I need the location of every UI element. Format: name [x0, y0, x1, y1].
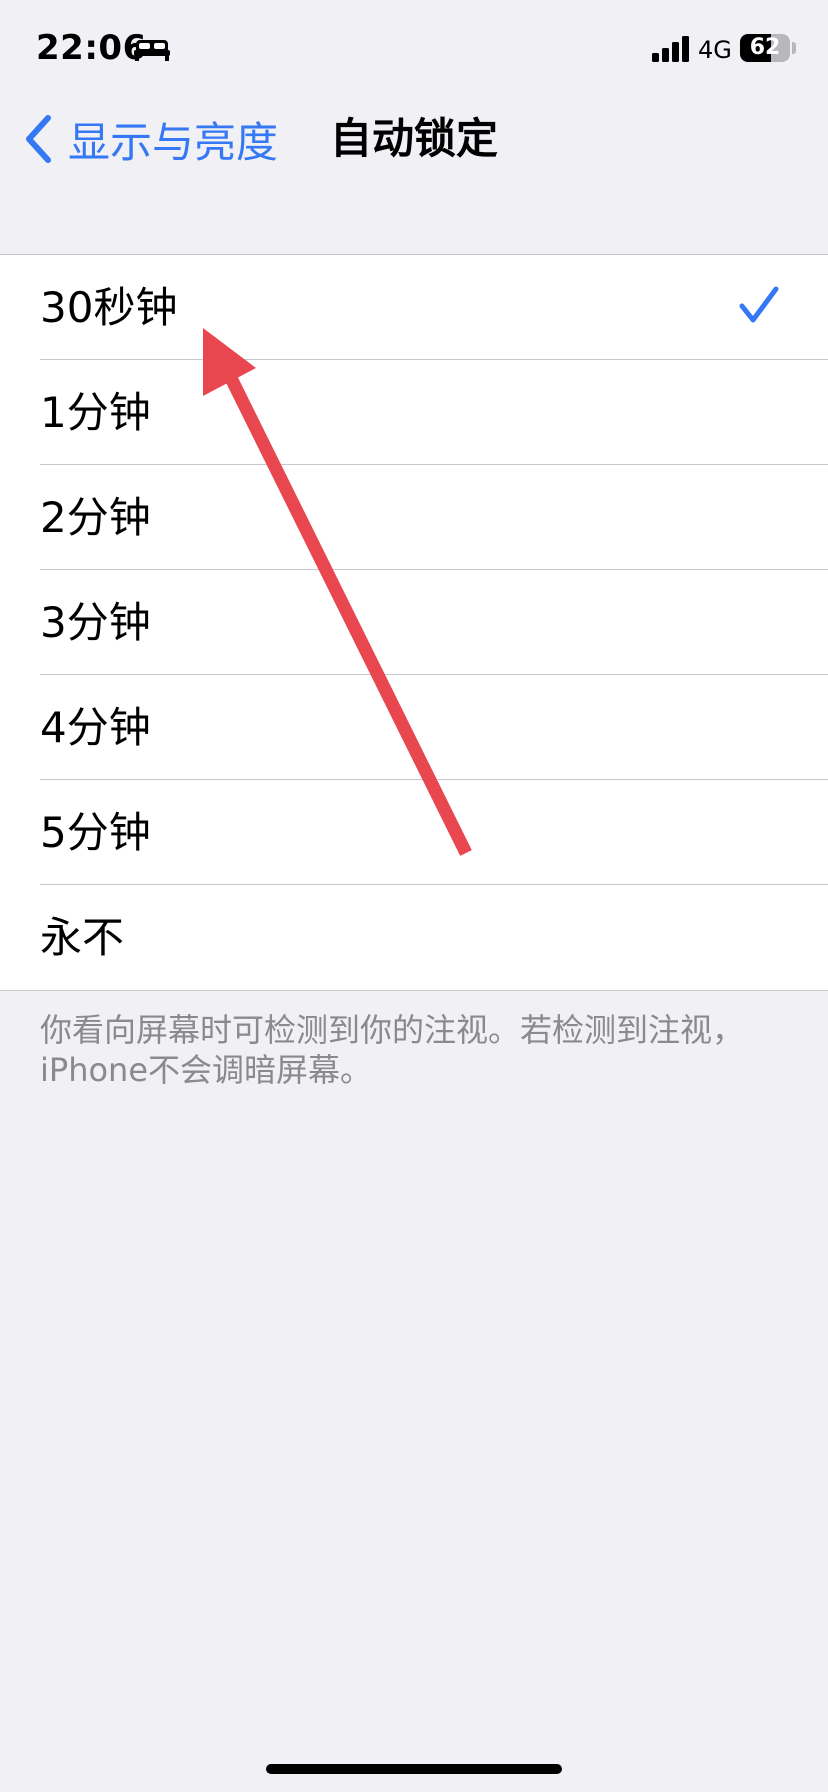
- option-label: 5分钟: [40, 808, 151, 857]
- option-label: 永不: [40, 913, 125, 962]
- option-never[interactable]: 永不: [0, 885, 828, 990]
- battery-level-text: 62: [749, 35, 781, 60]
- option-label: 4分钟: [40, 703, 151, 752]
- option-label: 3分钟: [40, 598, 151, 647]
- battery-icon: 62: [740, 34, 790, 62]
- option-label: 30秒钟: [40, 283, 178, 332]
- status-bar: 22:06 4G 62: [0, 0, 828, 100]
- auto-lock-options: 30秒钟 1分钟 2分钟 3分钟 4分钟 5分钟 永不: [0, 254, 828, 991]
- option-label: 2分钟: [40, 493, 151, 542]
- status-time: 22:06: [36, 28, 147, 68]
- attention-detection-note: 你看向屏幕时可检测到你的注视。若检测到注视，iPhone不会调暗屏幕。: [40, 1011, 745, 1089]
- home-indicator: [266, 1764, 562, 1774]
- option-5-minutes[interactable]: 5分钟: [0, 780, 828, 885]
- option-1-minute[interactable]: 1分钟: [0, 360, 828, 465]
- back-label: 显示与亮度: [68, 117, 279, 167]
- option-30-seconds[interactable]: 30秒钟: [0, 255, 828, 360]
- battery-cap: [792, 42, 796, 54]
- page-title: 自动锁定: [330, 114, 499, 163]
- option-2-minutes[interactable]: 2分钟: [0, 465, 828, 570]
- checkmark-icon: [739, 286, 779, 323]
- option-label: 1分钟: [40, 388, 151, 437]
- option-4-minutes[interactable]: 4分钟: [0, 675, 828, 780]
- bed-icon: [134, 40, 170, 61]
- network-label: 4G: [698, 36, 732, 64]
- option-3-minutes[interactable]: 3分钟: [0, 570, 828, 675]
- chevron-left-icon: [26, 115, 51, 163]
- signal-icon: [652, 36, 689, 62]
- back-button[interactable]: 显示与亮度: [24, 112, 278, 167]
